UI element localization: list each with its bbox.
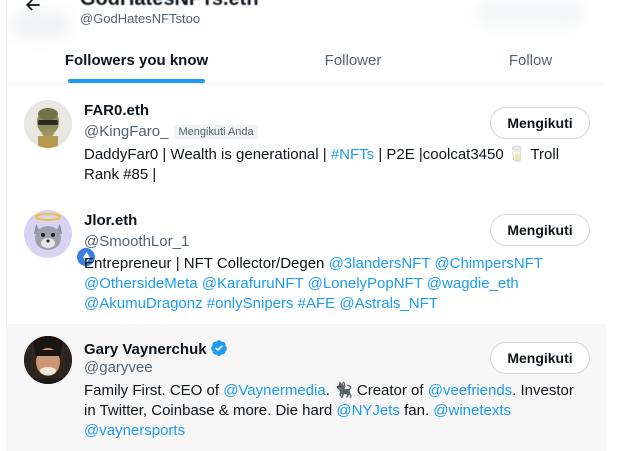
- user-handle: @KingFaro_: [84, 123, 169, 140]
- bio-link[interactable]: #NFTs: [331, 146, 374, 163]
- following-button[interactable]: Mengikuti: [490, 342, 590, 374]
- avatar[interactable]: [24, 100, 72, 148]
- blurred-overlay: [475, 0, 585, 28]
- user-bio: DaddyFar0 | Wealth is generational | #NF…: [84, 145, 589, 185]
- bio-link[interactable]: @LonelyPopNFT: [308, 275, 423, 292]
- bio-link[interactable]: @wagdie_eth: [427, 275, 519, 292]
- user-cell[interactable]: FAR0.eth @KingFaro_ Mengikuti Anda Mengik…: [7, 84, 606, 194]
- bio-link[interactable]: @veefriends: [428, 382, 512, 399]
- back-button[interactable]: [21, 0, 45, 17]
- user-name[interactable]: Jlor.eth: [84, 212, 137, 229]
- bio-text: Family First. CEO of: [84, 382, 224, 399]
- following-button[interactable]: Mengikuti: [490, 107, 590, 139]
- bio-text: fan.: [399, 402, 434, 419]
- tab-follower[interactable]: Follower: [251, 38, 455, 83]
- user-handle-line: @KingFaro_ Mengikuti Anda: [84, 123, 258, 140]
- tab-follow[interactable]: Follow: [455, 38, 606, 83]
- bio-link[interactable]: @Vaynermedia: [223, 382, 326, 399]
- bio-link[interactable]: @NYJets: [336, 402, 400, 419]
- user-bio: Family First. CEO of @Vaynermedia. 🐈‍⬛ C…: [84, 381, 589, 441]
- following-button[interactable]: Mengikuti: [490, 214, 590, 246]
- bio-link[interactable]: @OthersideMeta: [84, 275, 198, 292]
- followers-page: GodHatesNFTs.eth @GodHatesNFTstoo Follow…: [6, 0, 607, 451]
- tab-followers-you-know[interactable]: Followers you know: [7, 38, 266, 83]
- profile-name: GodHatesNFTs.eth: [80, 0, 259, 11]
- user-handle: @garyvee: [84, 359, 153, 376]
- bio-text: . 🐈‍⬛ Creator of: [325, 382, 428, 399]
- bio-text: Entrepreneur | NFT Collector/Degen: [84, 255, 329, 272]
- active-tab-indicator: [68, 79, 205, 83]
- bio-link[interactable]: @AkumuDragonz: [84, 295, 203, 312]
- bio-text: DaddyFar0 | Wealth is generational |: [84, 146, 331, 163]
- page-gutter: [606, 0, 630, 451]
- bio-link[interactable]: #AFE: [298, 295, 336, 312]
- avatar[interactable]: [24, 336, 72, 384]
- page-header: GodHatesNFTs.eth @GodHatesNFTstoo: [7, 0, 606, 40]
- user-handle: @SmoothLor_1: [84, 233, 190, 250]
- user-name[interactable]: Gary Vaynerchuk: [84, 341, 207, 358]
- verified-badge-icon: [210, 340, 227, 356]
- bio-link[interactable]: @Astrals_NFT: [339, 295, 438, 312]
- arrow-left-icon: [25, 0, 40, 11]
- follows-you-badge: Mengikuti Anda: [174, 125, 258, 139]
- bio-link[interactable]: @3landersNFT: [329, 255, 431, 272]
- profile-handle: @GodHatesNFTstoo: [80, 11, 201, 26]
- user-name[interactable]: FAR0.eth: [84, 102, 149, 119]
- user-name-line: Gary Vaynerchuk: [84, 339, 228, 358]
- tab-bar: Followers you know Follower Follow: [7, 38, 606, 84]
- bio-link[interactable]: @winetexts: [433, 402, 511, 419]
- bio-link[interactable]: @KarafuruNFT: [202, 275, 304, 292]
- avatar[interactable]: [24, 210, 97, 268]
- user-cell[interactable]: Jlor.eth @SmoothLor_1 Mengikuti Entrepre…: [7, 194, 606, 324]
- bio-link[interactable]: @ChimpersNFT: [434, 255, 542, 272]
- bio-link[interactable]: #onlySnipers: [207, 295, 294, 312]
- bio-link[interactable]: @vaynersports: [84, 422, 185, 439]
- user-cell[interactable]: Gary Vaynerchuk @garyvee Mengikuti Famil…: [7, 324, 606, 451]
- user-bio: Entrepreneur | NFT Collector/Degen @3lan…: [84, 254, 589, 314]
